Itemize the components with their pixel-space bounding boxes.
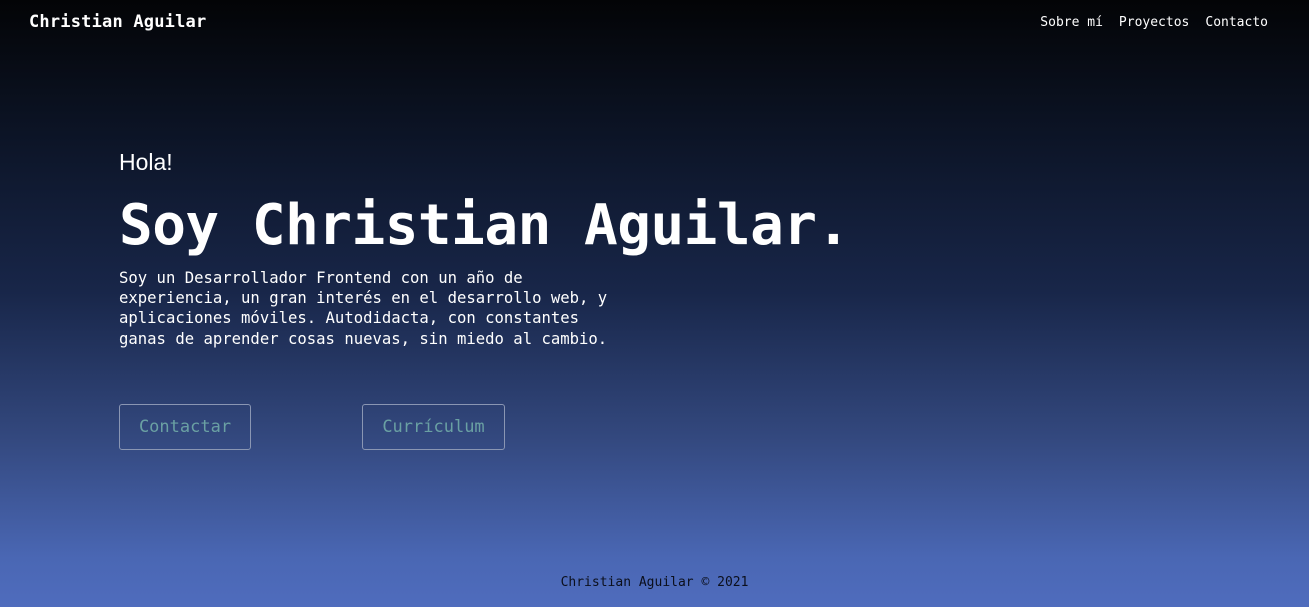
- resume-button[interactable]: Currículum: [362, 404, 505, 450]
- site-brand[interactable]: Christian Aguilar: [29, 12, 206, 32]
- top-navbar: Christian Aguilar Sobre mí Proyectos Con…: [0, 0, 1309, 46]
- nav-link-contact[interactable]: Contacto: [1205, 15, 1268, 30]
- hero-greeting: Hola!: [119, 149, 173, 175]
- contact-button[interactable]: Contactar: [119, 404, 251, 450]
- main-nav: Sobre mí Proyectos Contacto: [1040, 15, 1268, 30]
- page-footer: Christian Aguilar © 2021: [0, 575, 1309, 590]
- nav-link-projects[interactable]: Proyectos: [1119, 15, 1189, 30]
- hero-intro: Soy un Desarrollador Frontend con un año…: [119, 269, 608, 348]
- nav-link-about[interactable]: Sobre mí: [1040, 15, 1103, 30]
- hero-headline: Soy Christian Aguilar.: [119, 193, 850, 258]
- hero-section: Hola! Soy Christian Aguilar. Soy un Desa…: [119, 148, 1019, 349]
- footer-copyright: Christian Aguilar © 2021: [560, 575, 749, 590]
